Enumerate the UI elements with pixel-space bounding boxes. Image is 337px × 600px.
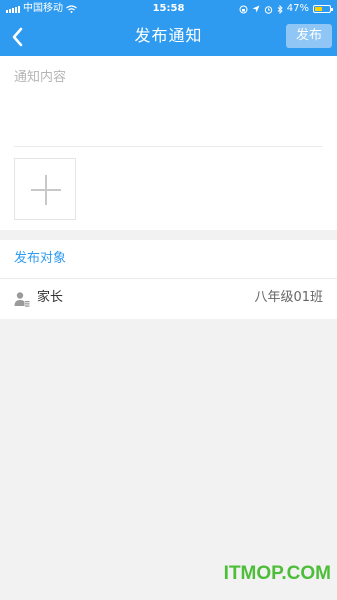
lock-rotation-icon [239, 5, 248, 13]
location-icon [252, 5, 260, 13]
notice-content-input[interactable]: 通知内容 [14, 66, 324, 144]
content-divider [14, 146, 323, 147]
status-right: 47% [239, 0, 333, 18]
notice-content-card: 通知内容 [0, 56, 337, 230]
add-image-button[interactable] [14, 158, 76, 220]
person-icon [14, 292, 30, 307]
battery-percent: 47% [286, 3, 309, 14]
bluetooth-icon [277, 4, 283, 14]
publish-target-header: 发布对象 [14, 251, 67, 266]
target-row-value: 八年级01班 [254, 290, 323, 305]
watermark-logo: ITMOP.COM [223, 563, 331, 584]
nav-bar: 发布通知 发布 [0, 18, 337, 56]
publish-target-card: 发布对象 家长 八年级01班 [0, 240, 337, 319]
alarm-icon [264, 5, 272, 14]
target-row-label: 家长 [37, 290, 64, 305]
target-row-parents[interactable]: 家长 八年级01班 [0, 279, 337, 319]
publish-button[interactable]: 发布 [286, 24, 332, 48]
status-bar: 中国移动 15:58 47% [0, 0, 337, 18]
battery-icon [313, 5, 333, 13]
app-header: 中国移动 15:58 47% 发布通知 发布 [0, 0, 337, 56]
